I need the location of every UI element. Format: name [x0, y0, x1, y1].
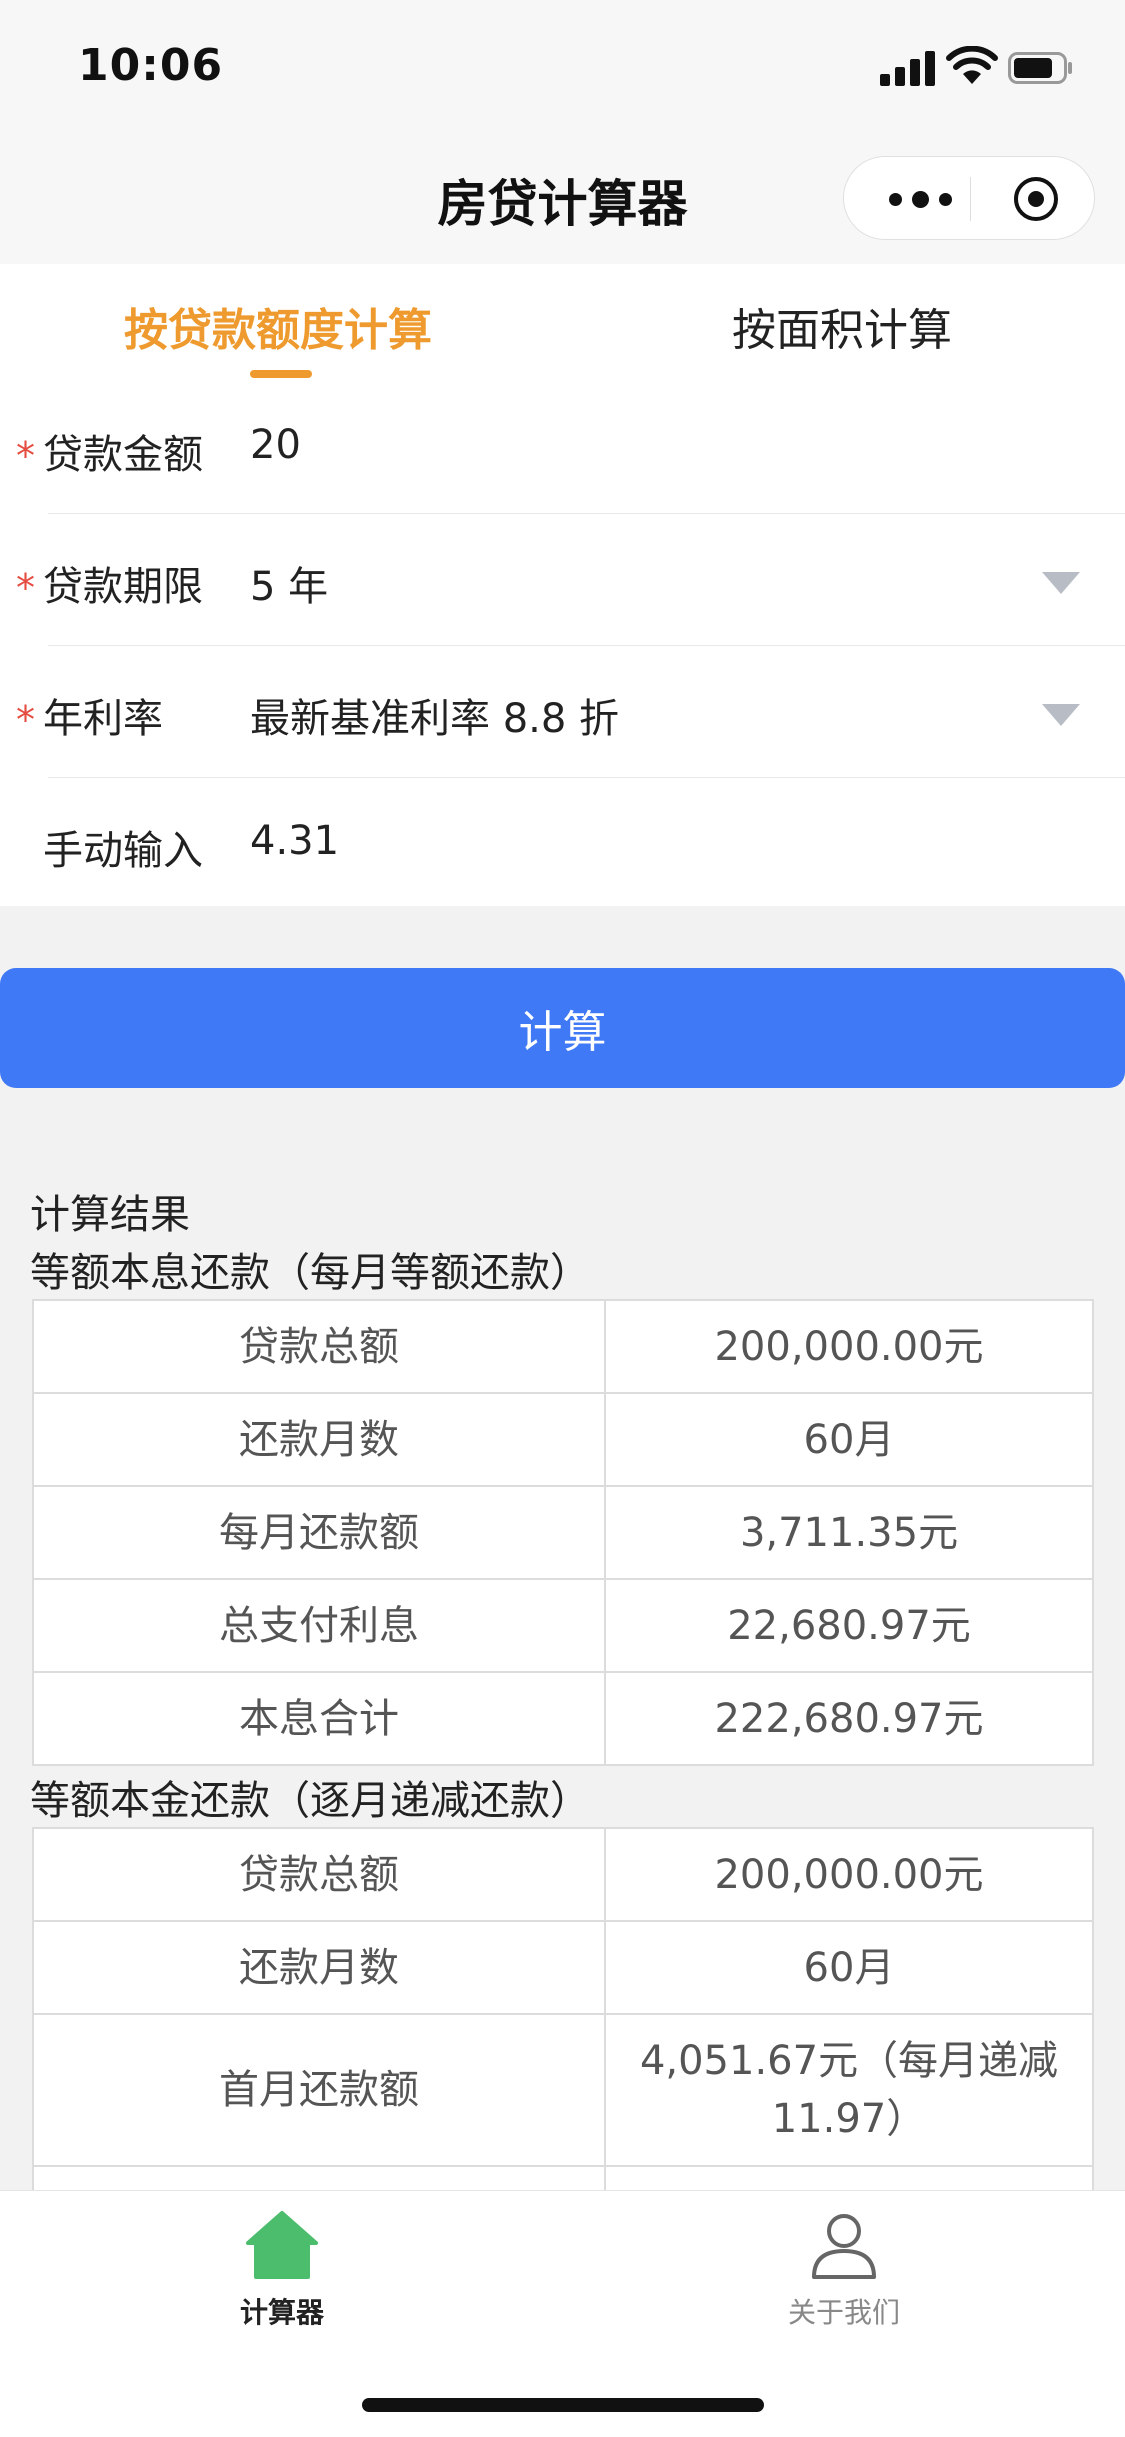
result-key: 还款月数 [32, 1392, 606, 1487]
equal-principal-title: 等额本金还款（逐月递减还款） [30, 1778, 590, 1824]
loan-term-label: 贷款期限 [43, 564, 203, 610]
capsule-divider [970, 177, 971, 221]
equal-installment-table: 贷款总额 200,000.00元 还款月数 60月 每月还款额 3,711.35… [32, 1299, 1094, 1766]
loan-amount-row[interactable]: * 贷款金额 20 [0, 382, 1125, 514]
result-value: 4,051.67元（每月递减11.97） [604, 2013, 1094, 2167]
result-key: 首月还款额 [32, 2013, 606, 2167]
loan-term-row[interactable]: * 贷款期限 5 年 [0, 514, 1125, 646]
result-key: 贷款总额 [32, 1299, 606, 1394]
table-row: 贷款总额 200,000.00元 [32, 1827, 1094, 1922]
result-key: 还款月数 [32, 1920, 606, 2015]
required-mark: * [16, 434, 35, 478]
result-value: 60月 [604, 1392, 1094, 1487]
table-row: 首月还款额 4,051.67元（每月递减11.97） [32, 2013, 1094, 2167]
tab-bar-label: 计算器 [239, 2296, 324, 2329]
dropdown-arrow-icon[interactable] [1042, 704, 1080, 726]
loan-amount-label: 贷款金额 [43, 432, 203, 478]
interest-rate-row[interactable]: * 年利率 最新基准利率 8.8 折 [0, 646, 1125, 778]
required-mark: * [16, 698, 35, 742]
result-value: 3,711.35元 [604, 1485, 1094, 1580]
equal-installment-title: 等额本息还款（每月等额还款） [30, 1250, 590, 1296]
equal-principal-table: 贷款总额 200,000.00元 还款月数 60月 首月还款额 4,051.67… [32, 1827, 1094, 2227]
table-row: 每月还款额 3,711.35元 [32, 1485, 1094, 1580]
status-bar: 10:06 [0, 0, 1125, 130]
active-tab-indicator [250, 370, 312, 378]
loan-term-select[interactable]: 5 年 [250, 554, 328, 612]
tab-bar-item-calculator[interactable]: 计算器 [152, 2209, 412, 2331]
tab-by-amount[interactable]: 按贷款额度计算 [124, 294, 432, 358]
nav-bar: 房贷计算器 [0, 130, 1125, 264]
result-key: 总支付利息 [32, 1578, 606, 1673]
wifi-icon [946, 46, 998, 84]
battery-icon [1008, 52, 1072, 84]
signal-icon [880, 50, 936, 86]
tab-bar-item-about[interactable]: 关于我们 [714, 2209, 974, 2331]
table-row: 贷款总额 200,000.00元 [32, 1299, 1094, 1394]
form-panel: 按贷款额度计算 按面积计算 * 贷款金额 20 * 贷款期限 5 年 * 年利率… [0, 264, 1125, 906]
table-row: 总支付利息 22,680.97元 [32, 1578, 1094, 1673]
close-target-icon[interactable] [1012, 175, 1060, 223]
result-key: 本息合计 [32, 1671, 606, 1766]
interest-rate-label: 年利率 [43, 696, 163, 742]
calculate-button[interactable]: 计算 [0, 968, 1125, 1088]
interest-rate-select[interactable]: 最新基准利率 8.8 折 [250, 686, 619, 744]
result-value: 22,680.97元 [604, 1578, 1094, 1673]
manual-input-label: 手动输入 [43, 828, 203, 874]
status-time: 10:06 [78, 40, 224, 91]
mini-program-capsule [843, 156, 1095, 240]
result-value: 200,000.00元 [604, 1827, 1094, 1922]
manual-rate-input[interactable]: 4.31 [250, 818, 339, 864]
tab-bar-label: 关于我们 [787, 2296, 900, 2329]
result-key: 贷款总额 [32, 1827, 606, 1922]
table-row: 还款月数 60月 [32, 1920, 1094, 2015]
result-value: 60月 [604, 1920, 1094, 2015]
table-row: 本息合计 222,680.97元 [32, 1671, 1094, 1766]
home-indicator [362, 2398, 764, 2412]
user-icon [812, 2214, 876, 2279]
loan-amount-input[interactable]: 20 [250, 422, 301, 468]
dropdown-arrow-icon[interactable] [1042, 572, 1080, 594]
result-title: 计算结果 [30, 1192, 190, 1238]
result-key: 每月还款额 [32, 1485, 606, 1580]
more-icon[interactable] [880, 157, 960, 241]
tab-by-area[interactable]: 按面积计算 [732, 294, 952, 358]
home-icon [246, 2211, 318, 2279]
table-row: 还款月数 60月 [32, 1392, 1094, 1487]
result-value: 200,000.00元 [604, 1299, 1094, 1394]
required-mark: * [16, 566, 35, 610]
result-value: 222,680.97元 [604, 1671, 1094, 1766]
manual-input-row[interactable]: 手动输入 4.31 [0, 778, 1125, 910]
